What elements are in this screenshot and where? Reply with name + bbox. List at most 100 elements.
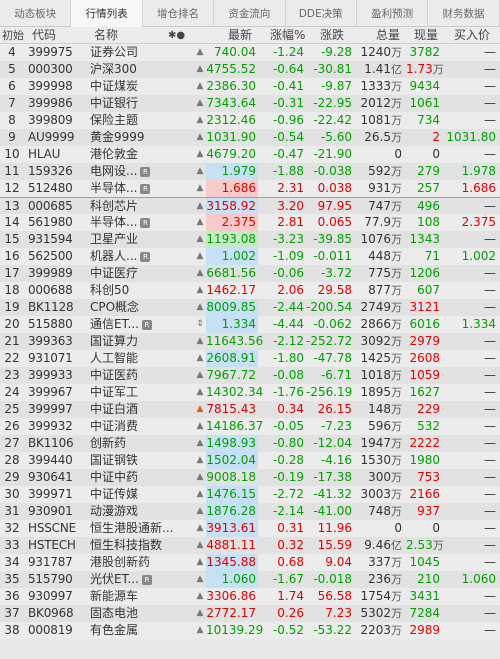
- table-row[interactable]: 27 BK1106 创新药 ▲ 1498.93 -0.80 -12.04 1947万 2222—: [0, 435, 500, 452]
- table-row[interactable]: 6 399998 中证煤炭 ▲ 2386.30 -0.41 -9.87 1333万 9434—: [0, 78, 500, 95]
- table-row[interactable]: 19 BK1128 CPO概念 ▲ 8009.85 -2.44 -200.54 2749万 31…: [0, 299, 500, 316]
- bell-icon[interactable]: ▲: [196, 198, 204, 215]
- table-row[interactable]: 31 930901 动漫游戏 ▲ 1876.28 -2.14 -41.00 748万 937—: [0, 503, 500, 520]
- table-row[interactable]: 29 930641 中证中药 ▲ 9008.18 -0.19 -17.38 300万 753—: [0, 469, 500, 486]
- row-buy: —: [484, 555, 496, 569]
- header-code[interactable]: 代码: [32, 27, 56, 44]
- sort-arrows-icon[interactable]: ⇕: [196, 316, 204, 333]
- bell-icon[interactable]: ▲: [196, 571, 204, 588]
- bell-icon[interactable]: ▲: [196, 282, 204, 299]
- table-row[interactable]: 21 399363 国证算力 ▲ 11643.56 -2.12 -252.72 3092万 29…: [0, 333, 500, 350]
- table-row[interactable]: 14 561980 半导体... R ▲ 2.375 2.81 0.065 77.9万 108 2.…: [0, 214, 500, 231]
- bell-icon[interactable]: ▲: [196, 367, 204, 384]
- header-now[interactable]: 现量: [414, 27, 438, 44]
- bell-icon[interactable]: ▲: [196, 435, 204, 452]
- table-row[interactable]: 5 000300 沪深300 ▲ 4755.52 -0.64 -30.81 1.41亿 1.73…: [0, 61, 500, 78]
- table-row[interactable]: 37 BK0968 固态电池 ▲ 2772.17 0.26 7.23 5302万 7284—: [0, 605, 500, 622]
- bell-icon[interactable]: ▲: [196, 469, 204, 486]
- row-now-value: 229: [417, 402, 440, 416]
- bell-icon[interactable]: ▲: [196, 299, 204, 316]
- row-volume-unit: 万: [391, 165, 402, 178]
- tab-5[interactable]: 盈利预测: [357, 0, 429, 27]
- bell-icon[interactable]: ▲: [196, 61, 204, 78]
- table-row[interactable]: 20 515880 通信ET... R ⇕ 1.334 -4.44 -0.062 2866万 60…: [0, 316, 500, 333]
- table-row[interactable]: 22 931071 人工智能 ▲ 2608.91 -1.80 -47.78 1425万 2608…: [0, 350, 500, 367]
- bell-icon[interactable]: ▲: [196, 95, 204, 112]
- row-latest: 1031.90: [206, 130, 256, 144]
- tab-2[interactable]: 增仓排名: [143, 0, 215, 27]
- bell-icon[interactable]: ▲: [196, 248, 204, 265]
- table-row[interactable]: 26 399932 中证消费 ▲ 14186.37 -0.05 -7.23 596万 532—: [0, 418, 500, 435]
- bell-icon[interactable]: ▲: [196, 520, 204, 537]
- table-row[interactable]: 25 399997 中证白酒 ▲ 7815.43 0.34 26.15 148万 229—: [0, 401, 500, 418]
- header-volume[interactable]: 总量: [376, 27, 400, 44]
- bell-icon[interactable]: ▲: [196, 333, 204, 350]
- bell-icon[interactable]: ▲: [196, 265, 204, 282]
- row-index: 9: [8, 130, 16, 144]
- header-name[interactable]: 名称: [94, 27, 118, 44]
- bell-icon[interactable]: ▲: [196, 418, 204, 435]
- bell-icon[interactable]: ▲: [196, 214, 204, 231]
- bell-icon[interactable]: ▲: [196, 231, 204, 248]
- tab-3[interactable]: 资金流向: [214, 0, 286, 27]
- row-name-text: 电网设...: [90, 164, 138, 178]
- tab-6[interactable]: 财务数据: [428, 0, 500, 27]
- table-row[interactable]: 8 399809 保险主题 ▲ 2312.46 -0.96 -22.42 1081万 734—: [0, 112, 500, 129]
- table-row[interactable]: 9 AU9999 黄金9999 ▲ 1031.90 -0.54 -5.60 26.5万 2 103…: [0, 129, 500, 146]
- bell-icon[interactable]: ▲: [196, 537, 204, 554]
- tab-0[interactable]: 动态板块: [0, 0, 72, 27]
- table-row[interactable]: 13 000685 科创芯片 ▲ 3158.92 3.20 97.95 747万 496—: [0, 197, 500, 215]
- row-buy: 1.334: [461, 317, 496, 331]
- row-now-value: 9434: [409, 79, 440, 93]
- bell-icon[interactable]: ▲: [196, 350, 204, 367]
- bell-icon[interactable]: ▲: [196, 78, 204, 95]
- bell-icon[interactable]: ▲: [196, 129, 204, 146]
- bell-icon[interactable]: ▲: [196, 452, 204, 469]
- table-row[interactable]: 16 562500 机器人... R ▲ 1.002 -1.09 -0.011 448万 71 1.…: [0, 248, 500, 265]
- bell-icon[interactable]: ▲: [196, 112, 204, 129]
- header-buy[interactable]: 买入价: [454, 27, 490, 44]
- table-row[interactable]: 30 399971 中证传媒 ▲ 1476.15 -2.72 -41.32 3003万 2166…: [0, 486, 500, 503]
- table-row[interactable]: 10 HLAU 港伦敦金 ▲ 4679.20 -0.47 -21.90 0 0 —: [0, 146, 500, 163]
- table-row[interactable]: 38 000819 有色金属 ▲ 10139.29 -0.52 -53.22 2203万 298…: [0, 622, 500, 639]
- table-row[interactable]: 28 399440 国证钢铁 ▲ 1502.04 -0.28 -4.16 1530万 1980—: [0, 452, 500, 469]
- tab-4[interactable]: DDE决策: [286, 0, 357, 27]
- bell-icon[interactable]: ▲: [196, 180, 204, 197]
- row-index: 10: [4, 147, 20, 161]
- table-row[interactable]: 33 HSTECH 恒生科技指数 ▲ 4881.11 0.32 15.59 9.46亿 2.53…: [0, 537, 500, 554]
- bell-icon[interactable]: ▲: [196, 605, 204, 622]
- header-index[interactable]: 初始: [2, 27, 24, 44]
- header-latest[interactable]: 最新: [228, 27, 252, 44]
- row-now-value: 0: [432, 147, 440, 161]
- fund-tag-icon: R: [140, 184, 151, 194]
- header-pct[interactable]: 涨幅%: [270, 27, 305, 44]
- settings-dots-icon[interactable]: ✱●: [168, 27, 185, 44]
- table-row[interactable]: 34 931787 港股创新药 ▲ 1345.88 0.68 9.04 337万 1045—: [0, 554, 500, 571]
- table-row[interactable]: 12 512480 半导体... R ▲ 1.686 2.31 0.038 931万 257 1.6…: [0, 180, 500, 197]
- bell-icon[interactable]: ▲: [196, 486, 204, 503]
- table-row[interactable]: 35 515790 光伏ET... R ▲ 1.060 -1.67 -0.018 236万 210…: [0, 571, 500, 588]
- bell-icon[interactable]: ▲: [196, 44, 204, 61]
- bell-icon[interactable]: ▲: [196, 622, 204, 639]
- bell-icon[interactable]: ▲: [196, 384, 204, 401]
- header-change[interactable]: 涨跌: [320, 27, 344, 44]
- table-row[interactable]: 7 399986 中证银行 ▲ 7343.64 -0.31 -22.95 2012万 1061—: [0, 95, 500, 112]
- table-row[interactable]: 11 159326 电网设... R ▲ 1.979 -1.88 -0.038 592万 279 1…: [0, 163, 500, 180]
- table-row[interactable]: 17 399989 中证医疗 ▲ 6681.56 -0.06 -3.72 775万 1206—: [0, 265, 500, 282]
- bell-icon[interactable]: ▲: [196, 554, 204, 571]
- table-row[interactable]: 36 930997 新能源车 ▲ 3306.86 1.74 56.58 1754万 3431—: [0, 588, 500, 605]
- bell-icon[interactable]: ▲: [196, 146, 204, 163]
- bell-icon[interactable]: ▲: [196, 401, 204, 418]
- bell-icon[interactable]: ▲: [196, 163, 204, 180]
- tab-1[interactable]: 行情列表: [71, 0, 143, 27]
- table-row[interactable]: 4 399975 证券公司 ▲ 740.04 -1.24 -9.28 1240万 3782—: [0, 44, 500, 61]
- table-row[interactable]: 32 HSSCNE 恒生港股通新... ▲ 3913.61 0.31 11.96 0 0 —: [0, 520, 500, 537]
- table-row[interactable]: 23 399933 中证医药 ▲ 7967.72 -0.08 -6.71 1018万 1059—: [0, 367, 500, 384]
- row-now: 229: [406, 401, 442, 418]
- bell-icon[interactable]: ▲: [196, 503, 204, 520]
- table-row[interactable]: 24 399967 中证军工 ▲ 14302.34 -1.76 -256.19 1895万 16…: [0, 384, 500, 401]
- table-row[interactable]: 15 931594 卫星产业 ▲ 1193.08 -3.23 -39.85 1076万 1343…: [0, 231, 500, 248]
- row-volume-value: 1.41: [364, 62, 391, 76]
- bell-icon[interactable]: ▲: [196, 588, 204, 605]
- table-row[interactable]: 18 000688 科创50 ▲ 1462.17 2.06 29.58 877万 607—: [0, 282, 500, 299]
